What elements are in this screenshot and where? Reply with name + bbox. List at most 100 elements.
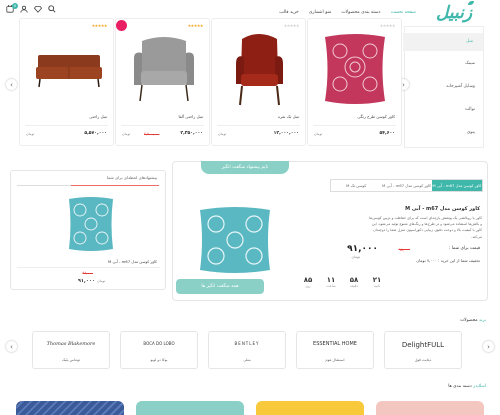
- countdown-days: ۸۵ روز: [300, 276, 316, 288]
- header-icons: 0: [6, 3, 56, 13]
- brand-card[interactable]: ESSENTIAL HOME اسنشال هوم: [296, 331, 374, 369]
- brands-title-accent: برند: [478, 318, 486, 323]
- currency-label: تومان: [314, 132, 323, 136]
- rating-stars: ★★★★★: [283, 23, 300, 28]
- site-logo[interactable]: زنبیل: [436, 3, 473, 23]
- tab-offer-2[interactable]: کاور کوسن مدل m67 - آبی M: [381, 180, 431, 191]
- countdown-timer: ۸۵ روز ۱۱ ساعت ۵۸ دقیقه ۲۱ ثانیه: [300, 276, 385, 288]
- countdown-label: ساعت: [326, 284, 336, 288]
- offer-description: کاور یا روبالشی یک پوشش پارچه‌ای است که …: [369, 216, 482, 239]
- rating-stars: ★★★★★: [379, 23, 396, 28]
- divider: [25, 125, 108, 126]
- tab-offer-1[interactable]: کاور کوسن مدل m67 - آبی M: [431, 180, 482, 191]
- categories-section-title: اسلایدر دسته بندی ها: [448, 384, 486, 389]
- category-sidebar: مبل سینک وسایل آشپزخانه توالت پتوی: [403, 26, 484, 148]
- countdown-number: ۱۱: [326, 276, 336, 284]
- divider: [17, 267, 160, 268]
- nav-buy-template[interactable]: خرید قالب: [279, 10, 299, 15]
- instant-offer-price: ۹۱,۰۰۰: [77, 278, 95, 284]
- currency-label: تومان: [122, 132, 131, 136]
- blue-cushion-thumb: [69, 197, 113, 251]
- brand-name: توماس بلیک: [62, 358, 80, 362]
- product-card[interactable]: ★★★★★ مبل راحتی آلفا ۲,۳۵۰,۰۰۰ ۲,۵۰۰,۰۰۰…: [115, 18, 210, 146]
- cart-button[interactable]: 0: [6, 3, 18, 13]
- brown-sofa-image: [36, 55, 102, 88]
- special-offer-tabs: کوسن تک M کاور کوسن مدل m67 - آبی M کاور…: [330, 179, 483, 192]
- sidebar-item-sink[interactable]: سینک: [465, 61, 475, 66]
- sidebar-item-kitchen[interactable]: وسایل آشپزخانه: [446, 84, 475, 89]
- categories-title-rest: دسته بندی ها: [448, 384, 474, 389]
- instant-offer-box: پیشنهادهای لحظه‌ای برای شما کاور کوسن مد…: [10, 170, 166, 290]
- product-name: مبل تک نفره: [277, 114, 299, 119]
- product-card[interactable]: ★★★★★ مبل تک نفره ۱۲,۰۰۰,۰۰۰ تومان: [211, 18, 306, 146]
- nav-home[interactable]: صفحه نخست: [391, 10, 416, 15]
- chevron-right-icon: ›: [402, 80, 405, 89]
- product-card[interactable]: ★★★★★ مبل راحتی ۵,۵۷۰,۰۰۰ تومان: [19, 18, 114, 146]
- countdown-hours: ۱۱ ساعت: [323, 276, 339, 288]
- instant-offer-title: پیشنهادهای لحظه‌ای برای شما: [106, 175, 157, 180]
- chevron-right-icon: ›: [487, 342, 490, 351]
- product-name: مبل راحتی آلفا: [178, 114, 203, 119]
- user-icon[interactable]: [20, 5, 28, 13]
- product-old-price: ۲,۵۰۰,۰۰۰: [144, 132, 160, 136]
- sidebar-item-toilet[interactable]: توالت: [465, 107, 475, 112]
- category-card[interactable]: [256, 401, 364, 415]
- product-name: کاور کوسن طرح رنگی: [357, 114, 395, 119]
- instant-offer-old-price: ۹۸,۰۰۰: [82, 271, 93, 275]
- title-underline-accent: [71, 185, 159, 186]
- special-offer-ribbon: تایم پیشنهاد شگفت انگیز: [201, 161, 289, 174]
- instant-offer-name[interactable]: کاور کوسن مدل m67 - آبی M: [108, 259, 157, 264]
- product-price: ۱۲,۰۰۰,۰۰۰: [273, 131, 299, 136]
- rating-stars: ★★★★★: [91, 23, 108, 28]
- brand-logo: ESSENTIAL HOME: [313, 341, 357, 347]
- countdown-number: ۸۵: [303, 276, 313, 284]
- product-card[interactable]: ★★★★★ کاور کوسن طرح رنگی ۵۴,۶۰۰ تومان: [307, 18, 402, 146]
- countdown-minutes: ۵۸ دقیقه: [346, 276, 362, 288]
- brands-next-arrow[interactable]: ‹: [6, 341, 17, 352]
- currency-label: تومان: [26, 132, 35, 136]
- search-icon[interactable]: [48, 5, 56, 13]
- product-price: ۲,۳۵۰,۰۰۰: [180, 131, 203, 136]
- brand-card[interactable]: DelightFULL دیلایت فول: [384, 331, 462, 369]
- brand-card[interactable]: BENTLEY بنتلی: [208, 331, 286, 369]
- offer-old-price: ۹۸,۰۰۰: [398, 247, 410, 252]
- cart-count-badge: 0: [12, 3, 18, 9]
- brands-prev-arrow[interactable]: ›: [483, 341, 494, 352]
- title-underline: [17, 185, 71, 186]
- chevron-left-icon: ‹: [10, 342, 13, 351]
- currency-label: تومان: [218, 132, 227, 136]
- brand-name: اسنشال هوم: [325, 358, 345, 362]
- nav-categories[interactable]: دسته بندی محصولات: [341, 10, 380, 15]
- product-name: مبل راحتی: [89, 114, 107, 119]
- pink-cushion-image: [325, 34, 385, 104]
- nav-menu[interactable]: منو انتشاری: [309, 10, 331, 15]
- brand-logo: BENTLEY: [234, 341, 260, 346]
- carousel-next-arrow[interactable]: ‹: [6, 79, 17, 90]
- main-nav: صفحه نخست دسته بندی محصولات منو انتشاری …: [279, 10, 416, 15]
- category-card[interactable]: [136, 401, 244, 415]
- brand-name: بوکا دو لوبو: [150, 358, 168, 362]
- product-price: ۵,۵۷۰,۰۰۰: [84, 131, 107, 136]
- brand-card[interactable]: BOCA DO LOBO بوکا دو لوبو: [120, 331, 198, 369]
- sidebar-item-sofa[interactable]: مبل: [403, 33, 483, 51]
- diamond-icon[interactable]: [34, 5, 42, 13]
- countdown-number: ۵۸: [349, 276, 359, 284]
- divider: [121, 125, 204, 126]
- blue-cushion-image: [200, 207, 270, 273]
- offer-product-title[interactable]: کاور کوسن مدل m67 - آبی M: [405, 206, 480, 212]
- categories-title-accent: اسلایدر: [473, 384, 486, 389]
- offer-saving: تخفیف شما از این خرید : ۷,۰۰۰ تومان: [416, 258, 480, 263]
- instant-offer-currency: تومان: [97, 279, 106, 283]
- sidebar-item-blanket[interactable]: پتوی: [467, 130, 475, 135]
- brand-name: دیلایت فول: [414, 358, 432, 362]
- tab-offer-3[interactable]: کوسن تک M: [331, 180, 381, 191]
- offer-currency: تومان: [351, 255, 360, 259]
- brand-logo: BOCA DO LOBO: [143, 341, 175, 346]
- offer-price: ۹۱,۰۰۰: [347, 244, 378, 254]
- rating-stars: ★★★★★: [187, 23, 204, 28]
- brand-logo: DelightFULL: [401, 341, 445, 349]
- category-card[interactable]: [16, 401, 124, 415]
- all-offers-button[interactable]: همه شگفت انگیز ها: [176, 279, 264, 294]
- category-card[interactable]: [376, 401, 484, 415]
- brand-card[interactable]: Thomas Blakemore توماس بلیک: [32, 331, 110, 369]
